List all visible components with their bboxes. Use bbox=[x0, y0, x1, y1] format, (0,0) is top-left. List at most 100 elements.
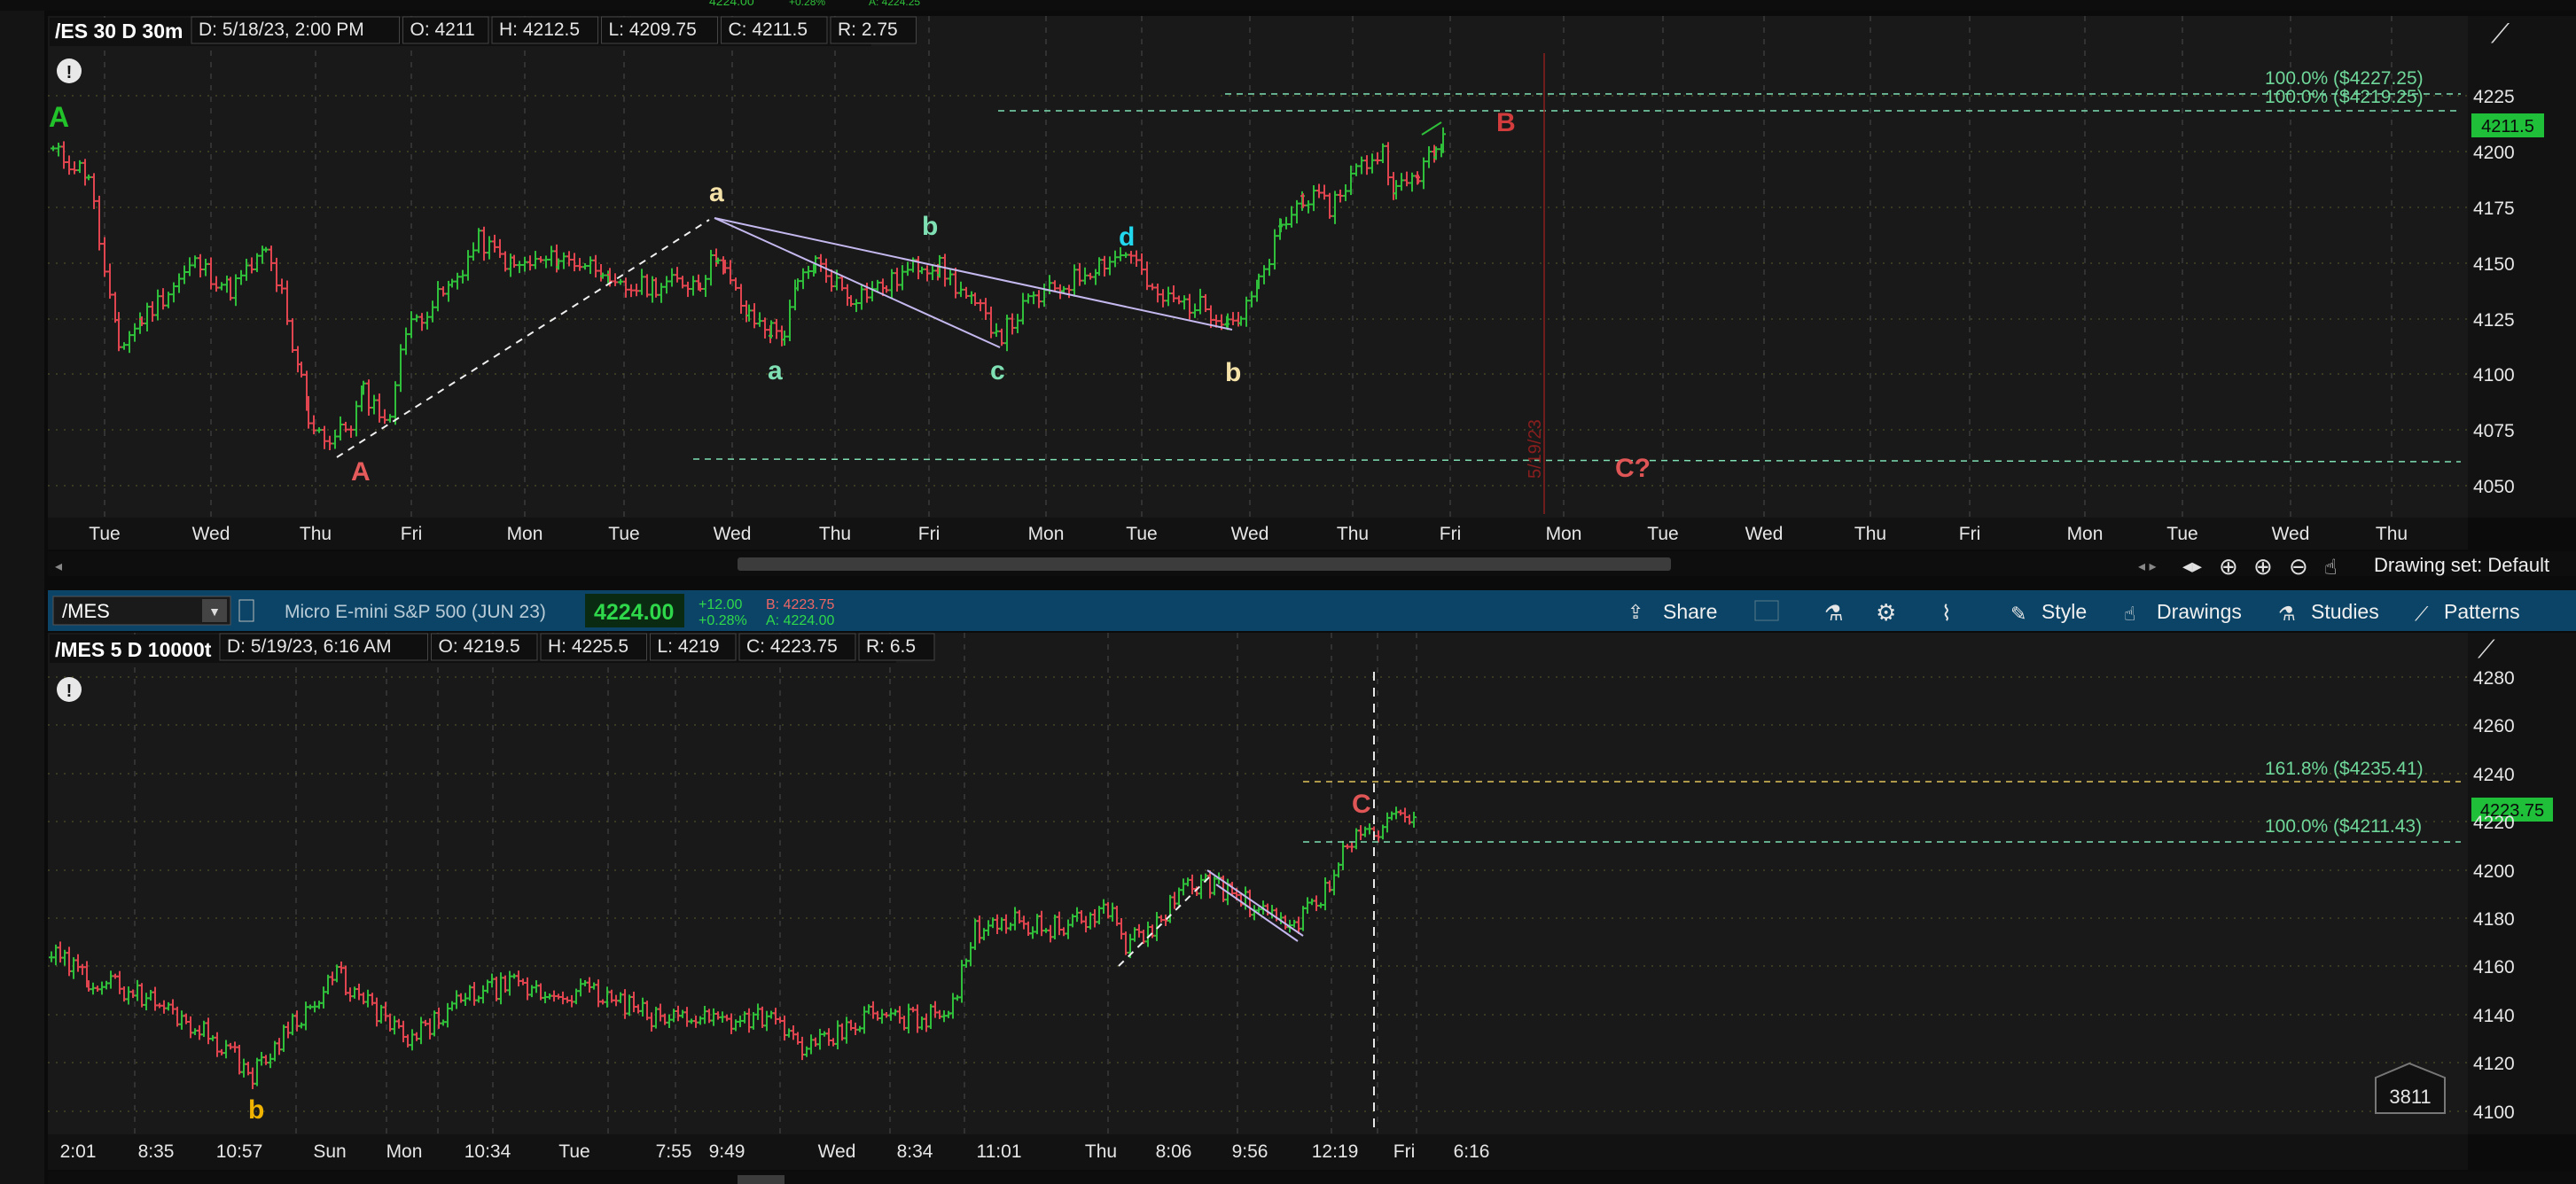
top-strip bbox=[0, 0, 2576, 11]
time-tick: Mon bbox=[1028, 524, 1065, 544]
price-tick: 4200 bbox=[2473, 143, 2515, 163]
scroll-left-icon[interactable]: ◂ bbox=[55, 559, 62, 574]
ohlc-value: O: 4219.5 bbox=[439, 636, 520, 657]
upper-scrollbar-row: ◂ ◂ ▸ ◂▸ ⊕ ⊕ ⊖ ☝ Drawing set: Default bbox=[48, 551, 2576, 580]
wave-label-d: d bbox=[1119, 222, 1135, 252]
ohlc-value: L: 4209.75 bbox=[609, 19, 697, 40]
lower-symbol-label: /MES 5 D 10000t bbox=[55, 638, 212, 661]
time-tick: 12:19 bbox=[1312, 1141, 1359, 1162]
ohlc-value: D: 5/19/23, 6:16 AM bbox=[227, 636, 392, 657]
time-tick: 8:35 bbox=[138, 1141, 175, 1162]
trading-chart-window: 4224.00 +0.28% A: 4224.25 /ES 30 D 30m D… bbox=[0, 0, 2576, 1184]
time-tick: Wed bbox=[714, 524, 752, 544]
wave-label-b-lower: b bbox=[248, 1095, 264, 1125]
chart-settings-icon[interactable]: ⟋ bbox=[2491, 19, 2510, 49]
price-tick: 4100 bbox=[2473, 1102, 2515, 1123]
time-tick: 8:34 bbox=[897, 1141, 933, 1162]
zoom-out-icon[interactable]: ⊖ bbox=[2289, 553, 2308, 580]
lower-plot-area[interactable] bbox=[48, 633, 2468, 1134]
lower-chart-panel[interactable]: /MES 5 D 10000t D: 5/19/23, 6:16 AM O: 42… bbox=[48, 633, 2576, 1170]
time-tick: Mon bbox=[2067, 524, 2104, 544]
price-tick: 4075 bbox=[2473, 421, 2515, 441]
pan-icon[interactable]: ◂▸ bbox=[2182, 555, 2202, 577]
hand-icon[interactable]: ☝ bbox=[2324, 556, 2338, 580]
time-tick: Tue bbox=[89, 524, 120, 544]
scroll-right-icon[interactable]: ◂ ▸ bbox=[2138, 559, 2157, 574]
wave-label-c: c bbox=[990, 356, 1005, 386]
flask-icon[interactable]: ⚗ bbox=[1824, 602, 1844, 626]
time-tick: Tue bbox=[608, 524, 639, 544]
wave-label-b-low: b bbox=[1225, 358, 1241, 387]
upper-symbol-label: /ES 30 D 30m bbox=[55, 19, 183, 43]
time-tick: Wed bbox=[1231, 524, 1269, 544]
time-tick: Thu bbox=[1854, 524, 1886, 544]
ohlc-value: R: 2.75 bbox=[838, 19, 898, 40]
ohlc-value: C: 4223.75 bbox=[746, 636, 838, 657]
lower-fib-label-2: 100.0% ($4211.43) bbox=[2265, 816, 2422, 837]
style-button[interactable]: ✎ Style bbox=[2010, 600, 2087, 625]
price-tick: 4175 bbox=[2473, 199, 2515, 219]
patterns-label: Patterns bbox=[2444, 600, 2520, 623]
ohlc-value: H: 4212.5 bbox=[499, 19, 580, 40]
price-tick: 4180 bbox=[2473, 909, 2515, 930]
price-tick: 4150 bbox=[2473, 254, 2515, 275]
ask-price: A: 4224.00 bbox=[766, 613, 835, 628]
time-tick: Fri bbox=[1440, 524, 1462, 544]
wave-label-a-low: a bbox=[768, 356, 783, 386]
scrollbar-thumb[interactable] bbox=[738, 557, 1671, 571]
crosshair-icon[interactable]: ⊕ bbox=[2219, 553, 2238, 580]
time-tick: 2:01 bbox=[60, 1141, 97, 1162]
price-tick: 4260 bbox=[2473, 716, 2515, 736]
gear-icon[interactable]: ⚙ bbox=[1876, 599, 1896, 626]
symbol-description: Micro E-mini S&P 500 (JUN 23) bbox=[285, 602, 546, 622]
share-icon: ⇪ bbox=[1628, 601, 1643, 623]
time-tick: Fri bbox=[1959, 524, 1981, 544]
time-tick: Fri bbox=[918, 524, 941, 544]
price-tick: 4100 bbox=[2473, 365, 2515, 386]
time-tick: Tue bbox=[1647, 524, 1678, 544]
wave-label-a-top: a bbox=[709, 178, 724, 207]
upper-drawing-set[interactable]: Drawing set: Default bbox=[2374, 554, 2549, 576]
price-tick: 4140 bbox=[2473, 1006, 2515, 1026]
ohlc-value: O: 4211 bbox=[410, 19, 475, 40]
ohlc-value: L: 4219 bbox=[658, 636, 720, 657]
time-tick: Tue bbox=[2166, 524, 2197, 544]
time-tick: Sun bbox=[313, 1141, 346, 1162]
upper-chart-panel[interactable]: /ES 30 D 30m D: 5/18/23, 2:00 PM O: 4211 H… bbox=[48, 16, 2576, 549]
time-tick: 6:16 bbox=[1454, 1141, 1490, 1162]
lower-scrollbar-thumb[interactable] bbox=[738, 1175, 785, 1184]
chart-type-icon[interactable]: ⌇ bbox=[1941, 602, 1952, 626]
chevron-down-icon: ▼ bbox=[208, 604, 221, 619]
price-tick: 4240 bbox=[2473, 765, 2515, 785]
upper-fib-label-1: 100.0% ($4227.25) bbox=[2265, 68, 2424, 89]
studies-button[interactable]: ⚗ Studies bbox=[2278, 600, 2379, 625]
time-tick: Fri bbox=[401, 524, 423, 544]
last-price: 4224.00 bbox=[594, 600, 674, 625]
time-tick: Thu bbox=[1085, 1141, 1117, 1162]
zoom-in-icon[interactable]: ⊕ bbox=[2253, 553, 2273, 580]
time-tick: Wed bbox=[192, 524, 230, 544]
ohlc-value: D: 5/18/23, 2:00 PM bbox=[199, 19, 364, 40]
lower-fib-label-1: 161.8% ($4235.41) bbox=[2265, 759, 2424, 779]
bid-price: B: 4223.75 bbox=[766, 597, 835, 612]
studies-label: Studies bbox=[2311, 600, 2379, 623]
price-tick: 4160 bbox=[2473, 957, 2515, 978]
time-tick: 10:57 bbox=[216, 1141, 263, 1162]
upper-fib-label-2: 100.0% ($4219.25) bbox=[2265, 87, 2424, 107]
top-strip-change: +0.28% bbox=[789, 0, 825, 8]
time-tick: Tue bbox=[558, 1141, 589, 1162]
share-button[interactable]: ⇪ Share bbox=[1628, 600, 1717, 623]
price-tick: 4200 bbox=[2473, 861, 2515, 882]
studies-icon: ⚗ bbox=[2278, 603, 2296, 625]
time-tick: Tue bbox=[1126, 524, 1157, 544]
time-tick: 8:06 bbox=[1156, 1141, 1192, 1162]
drawings-icon: ☝ bbox=[2124, 603, 2135, 625]
time-tick: Mon bbox=[1546, 524, 1582, 544]
price-tick: 4220 bbox=[2473, 813, 2515, 833]
time-tick: Thu bbox=[2376, 524, 2408, 544]
price-change: +12.00 bbox=[699, 597, 742, 612]
time-tick: Thu bbox=[819, 524, 851, 544]
left-edge bbox=[0, 11, 44, 1184]
lower-chart-settings-icon[interactable]: ⟋ bbox=[2478, 635, 2495, 663]
vertical-date-label: 5/19/23 bbox=[1526, 419, 1545, 479]
